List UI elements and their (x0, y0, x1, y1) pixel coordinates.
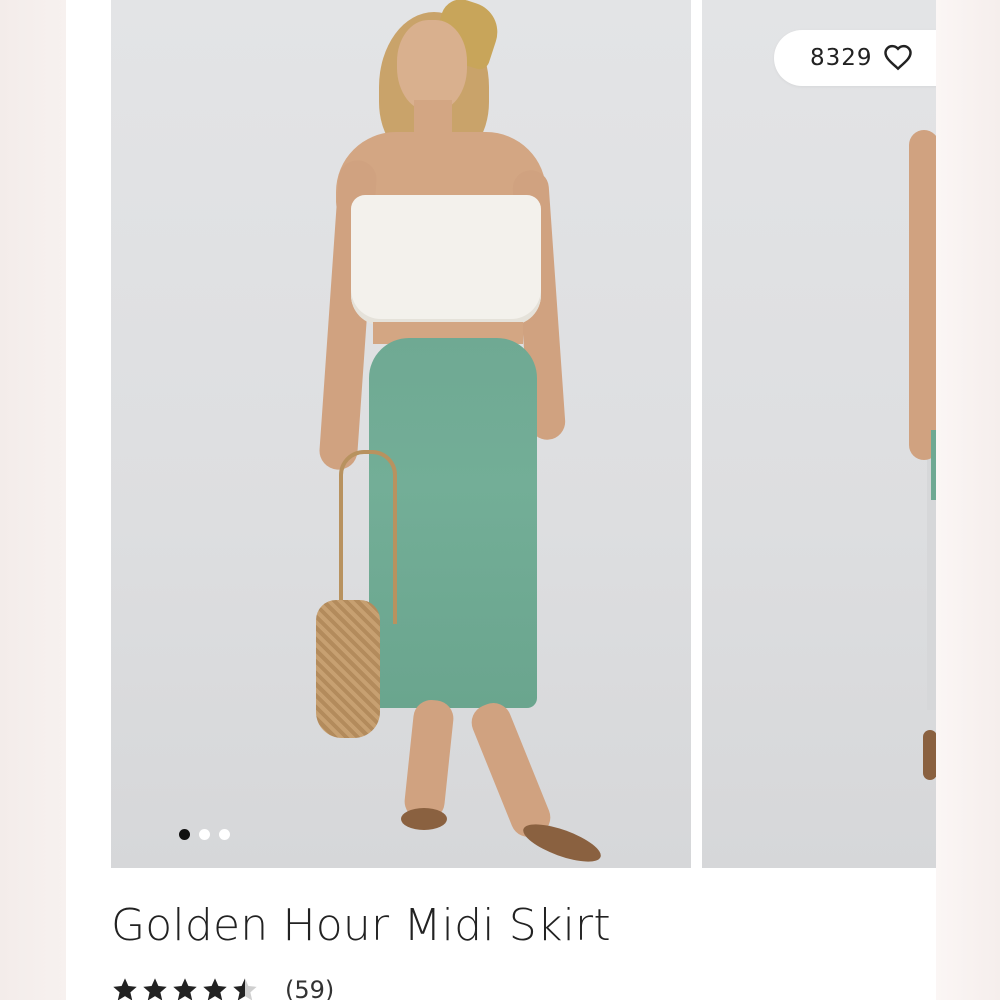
star-icon (113, 978, 137, 1000)
model-leg-left (402, 698, 456, 822)
heart-outline-icon (883, 43, 913, 73)
star-icon (233, 978, 257, 1000)
like-button[interactable]: 8329 (774, 30, 936, 86)
background-left-edge (0, 0, 66, 1000)
star-icon (143, 978, 167, 1000)
rating-stars (111, 976, 259, 1000)
bag-strap (339, 450, 397, 624)
model-sandal-right (519, 816, 605, 868)
model-face (397, 20, 467, 112)
carousel-dot[interactable] (179, 829, 190, 840)
model-white-top (351, 195, 541, 325)
star-icon (203, 978, 227, 1000)
model-leg-right (466, 697, 556, 843)
product-photo-main[interactable] (111, 0, 691, 868)
background-right-edge (936, 0, 1000, 1000)
review-count[interactable]: (59) (285, 976, 334, 1000)
likes-count: 8329 (810, 45, 873, 71)
woven-bag (316, 600, 380, 738)
carousel-dot[interactable] (219, 829, 230, 840)
model-skirt-partial (931, 430, 936, 500)
model-sandal-left (401, 808, 447, 830)
model-foot-partial (923, 730, 936, 780)
model-arm-partial (909, 130, 936, 460)
carousel-dot[interactable] (199, 829, 210, 840)
product-title: Golden Hour Midi Skirt (111, 900, 611, 951)
product-page: 8329 Golden Hour Midi Skirt (59) (66, 0, 936, 1000)
product-photo-next[interactable] (702, 0, 936, 868)
carousel-dots (179, 829, 230, 840)
star-icon (173, 978, 197, 1000)
product-rating[interactable]: (59) (111, 972, 334, 1000)
product-image-carousel[interactable]: 8329 (66, 0, 936, 868)
